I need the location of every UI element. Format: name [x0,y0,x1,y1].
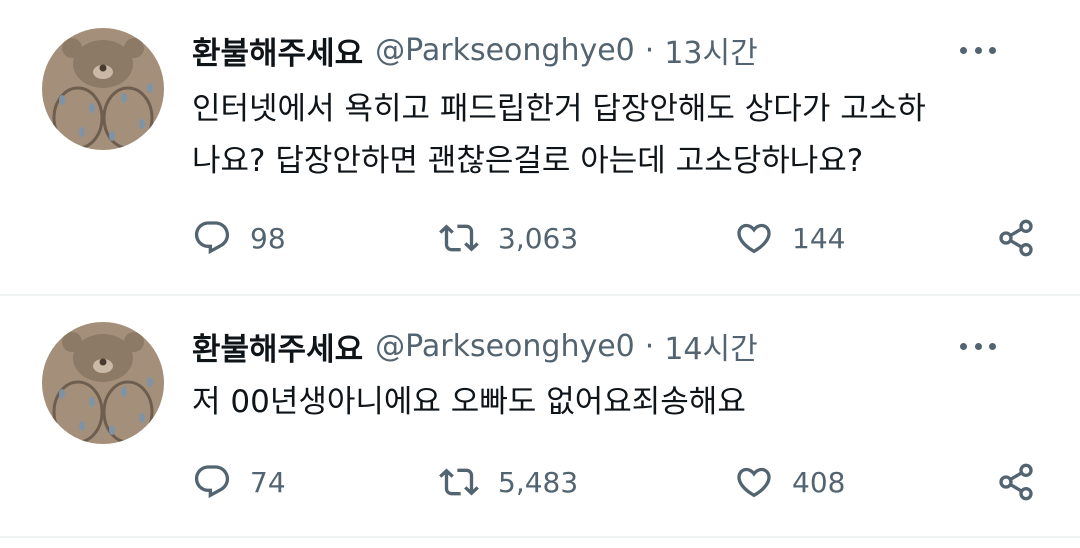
tweet-header: 환불해주세요 @Parkseonghye0 · 13시간 [192,28,1040,72]
like-count: 144 [792,221,846,255]
like-button[interactable]: 144 [734,216,845,260]
display-name[interactable]: 환불해주세요 [192,324,363,369]
display-name[interactable]: 환불해주세요 [192,28,363,73]
retweet-count: 3,063 [498,221,579,255]
reply-icon [192,218,232,258]
separator-dot: · [644,32,655,68]
reply-button[interactable]: 74 [192,460,286,504]
retweet-button[interactable]: 3,063 [438,216,578,260]
timestamp[interactable]: 13시간 [664,28,757,72]
share-icon [996,462,1036,502]
tweet[interactable]: 환불해주세요 @Parkseonghye0 · 14시간 저 00년생아니에요 … [0,296,1080,538]
tweet-text-line: 나요? 답장안하면 괜찮은걸로 아는데 고소당하나요? [192,143,864,179]
retweet-button[interactable]: 5,483 [438,460,578,504]
retweet-icon [438,218,480,258]
user-handle[interactable]: @Parkseonghye0 [375,33,635,68]
heart-icon [734,462,774,502]
more-options-icon[interactable] [960,334,996,358]
tweet-header: 환불해주세요 @Parkseonghye0 · 14시간 [192,324,1040,368]
more-options-icon[interactable] [960,38,996,62]
reply-icon [192,462,232,502]
share-icon [996,218,1036,258]
tweet-actions: 98 3,063 144 [192,216,1040,260]
like-count: 408 [792,465,846,499]
retweet-icon [438,462,480,502]
tweet-actions: 74 5,483 408 [192,460,1040,504]
tweet-text-line: 인터넷에서 욕히고 패드립한거 답장안해도 상다가 고소하 [192,91,926,127]
reply-count: 98 [250,221,286,255]
separator-dot: · [644,328,655,364]
tweet[interactable]: 환불해주세요 @Parkseonghye0 · 13시간 인터넷에서 욕히고 패… [0,0,1080,296]
share-button[interactable] [996,216,1036,260]
retweet-count: 5,483 [498,465,579,499]
user-handle[interactable]: @Parkseonghye0 [375,329,635,364]
reply-button[interactable]: 98 [192,216,286,260]
user-avatar[interactable] [42,28,164,150]
timestamp[interactable]: 14시간 [664,324,757,368]
reply-count: 74 [250,465,286,499]
user-avatar[interactable] [42,322,164,444]
like-button[interactable]: 408 [734,460,845,504]
tweet-text-line: 저 00년생아니에요 오빠도 없어요죄송해요 [192,384,746,420]
share-button[interactable] [996,460,1036,504]
heart-icon [734,218,774,258]
tweet-text: 저 00년생아니에요 오빠도 없어요죄송해요 [192,376,1040,428]
tweet-text: 인터넷에서 욕히고 패드립한거 답장안해도 상다가 고소하 나요? 답장안하면 … [192,83,1040,187]
